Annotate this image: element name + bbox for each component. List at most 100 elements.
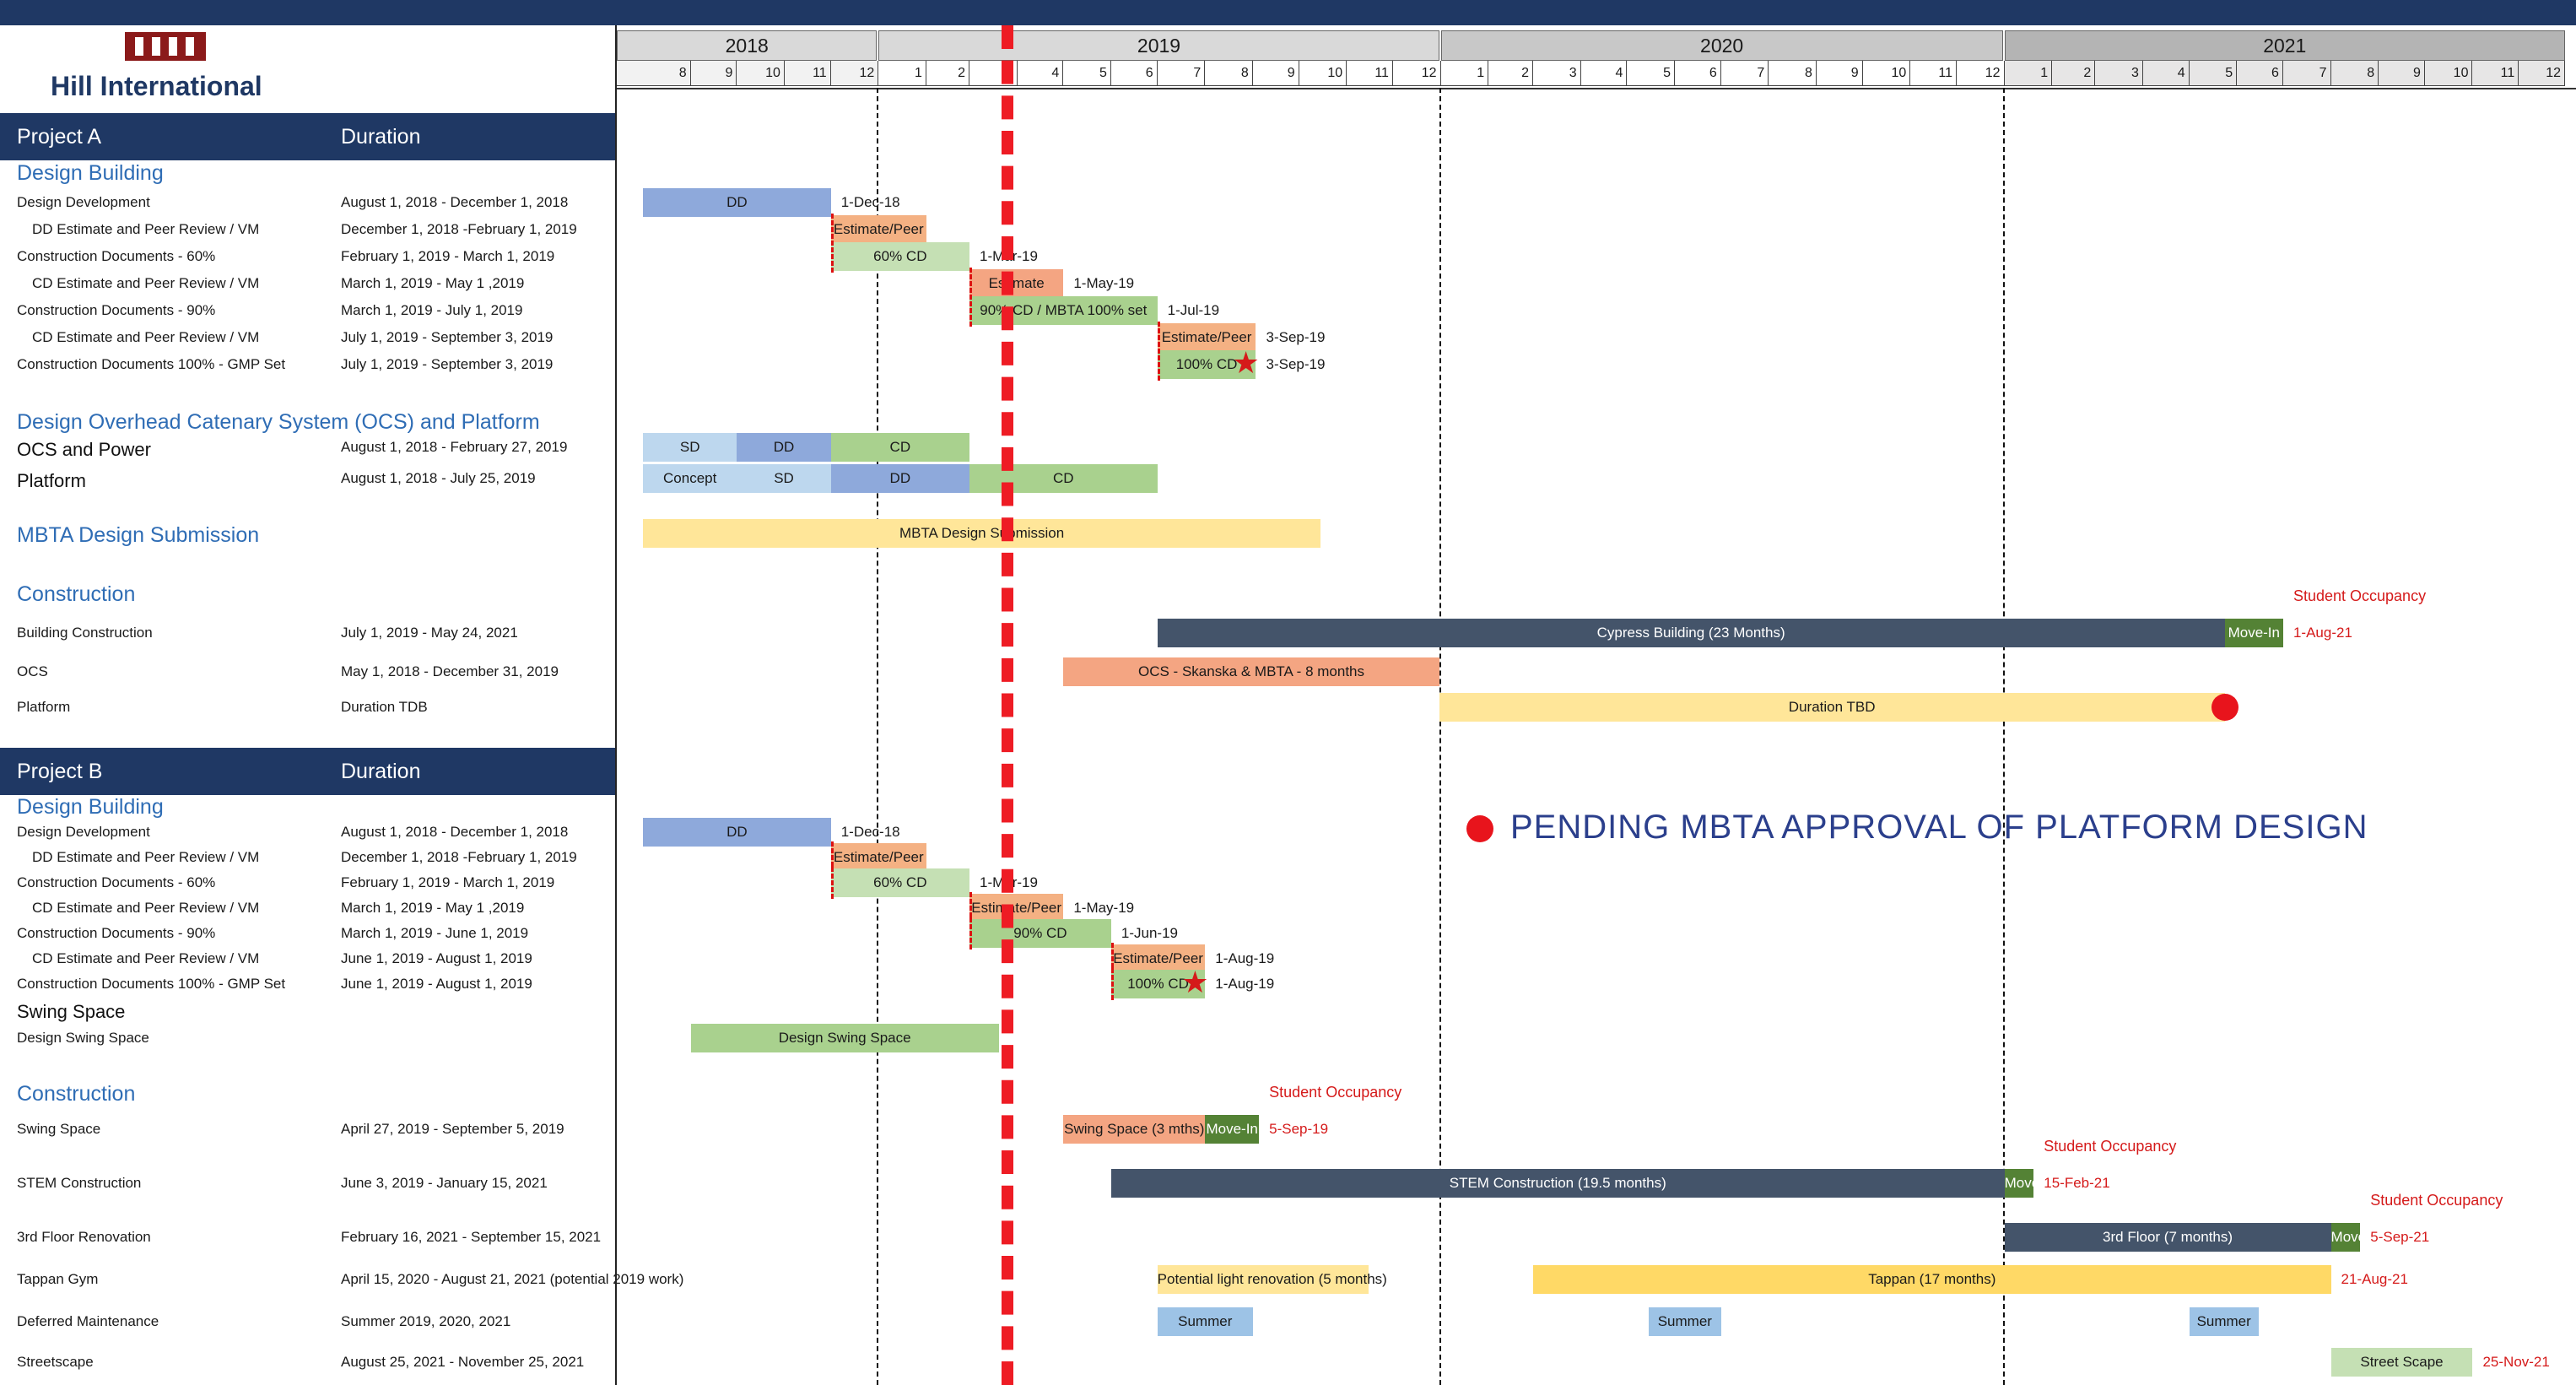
date-label: 3-Sep-19 <box>1266 329 1326 345</box>
month-header: 4 <box>1017 61 1064 86</box>
month-header: 11 <box>2472 61 2519 86</box>
gantt-chart: Hill International Project A Duration Desi… <box>0 0 2576 1385</box>
date-label: 15-Feb-21 <box>2044 1175 2110 1191</box>
task-duration: March 1, 2019 - June 1, 2019 <box>341 925 529 941</box>
month-header: 1 <box>1440 61 1489 86</box>
year-header: 2021 <box>2004 30 2565 61</box>
task-label: Design Development <box>17 194 150 210</box>
month-header: 9 <box>1252 61 1299 86</box>
gantt-bar: Move-In <box>1205 1115 1260 1144</box>
gantt-bar: 3rd Floor (7 months) <box>2004 1223 2331 1252</box>
task-label: CD Estimate and Peer Review / VM <box>32 329 260 345</box>
duration-header: Duration <box>341 760 421 783</box>
gantt-bar: Potential light renovation (5 months) <box>1157 1265 1387 1294</box>
task-duration: July 1, 2019 - September 3, 2019 <box>341 356 554 372</box>
task-label: Streetscape <box>17 1354 94 1370</box>
student-occupancy-label: Student Occupancy <box>2044 1138 2177 1155</box>
gantt-bar: Swing Space (3 mths) <box>1063 1115 1206 1144</box>
task-duration: February 1, 2019 - March 1, 2019 <box>341 248 555 264</box>
student-occupancy-label: Student Occupancy <box>2370 1192 2503 1209</box>
project-name: Project B <box>17 760 103 783</box>
gantt-bar: Summer <box>1648 1307 1721 1336</box>
student-occupancy-label: Student Occupancy <box>2292 587 2427 604</box>
milestone-star-icon: ★ <box>1181 965 1209 999</box>
month-header: 10 <box>2424 61 2473 86</box>
task-label: CD Estimate and Peer Review / VM <box>32 950 260 966</box>
axis-bottom-line <box>617 88 2576 89</box>
task-label: CD Estimate and Peer Review / VM <box>32 275 260 291</box>
task-duration: April 27, 2019 - September 5, 2019 <box>341 1121 564 1137</box>
month-header: 10 <box>1862 61 1911 86</box>
task-label: Design Development <box>17 824 150 840</box>
task-label: Construction Documents 100% - GMP Set <box>17 356 286 372</box>
task-duration: March 1, 2019 - May 1 ,2019 <box>341 275 525 291</box>
month-header: 9 <box>1816 61 1863 86</box>
milestone-tick <box>830 241 834 273</box>
gantt-bar: Estimate <box>969 269 1064 298</box>
task-label: STEM Construction <box>17 1175 142 1191</box>
gantt-bar: Duration TBD <box>1439 693 2225 722</box>
month-header: 12 <box>1957 61 2005 86</box>
month-header: 5 <box>2189 61 2238 86</box>
date-label: 1-May-19 <box>1073 900 1135 916</box>
gantt-bar: Estimate/Peer <box>830 215 926 244</box>
month-header: 3 <box>1533 61 1581 86</box>
panel-divider <box>615 25 617 1385</box>
section-title: Design Building <box>17 795 164 819</box>
gantt-bar: Move-In <box>2004 1169 2056 1198</box>
gantt-bar: Estimate/Peer <box>969 894 1064 922</box>
date-label: 1-Dec-18 <box>840 824 900 840</box>
month-header: 10 <box>737 61 785 86</box>
task-duration: December 1, 2018 -February 1, 2019 <box>341 221 577 237</box>
gantt-bar: DD <box>737 433 831 462</box>
month-header: 4 <box>1580 61 1628 86</box>
task-duration: June 3, 2019 - January 15, 2021 <box>341 1175 548 1191</box>
task-label: Construction Documents - 90% <box>17 925 216 941</box>
task-label: OCS <box>17 663 48 679</box>
today-marker-line <box>1002 25 1013 1385</box>
gantt-bar: CD <box>969 464 1158 493</box>
month-header: 5 <box>1063 61 1111 86</box>
month-header: 9 <box>690 61 737 86</box>
task-duration: May 1, 2018 - December 31, 2019 <box>341 663 559 679</box>
month-header: 2 <box>1488 61 1534 86</box>
gantt-bar: STEM Construction (19.5 months) <box>1110 1169 2005 1198</box>
milestone-tick <box>830 867 834 899</box>
year-divider-line <box>877 88 879 1385</box>
task-duration: July 1, 2019 - May 24, 2021 <box>341 625 518 641</box>
month-header: 7 <box>1720 61 1769 86</box>
month-header: 8 <box>617 61 691 86</box>
task-label: Deferred Maintenance <box>17 1313 159 1329</box>
task-duration: June 1, 2019 - August 1, 2019 <box>341 976 532 992</box>
gantt-bar: Cypress Building (23 Months) <box>1157 619 2225 647</box>
month-header: 6 <box>1674 61 1721 86</box>
date-label: 3-Sep-19 <box>1266 356 1326 372</box>
student-occupancy-label: Student Occupancy <box>1269 1084 1402 1101</box>
year-header: 2018 <box>617 30 878 61</box>
month-header: 12 <box>2519 61 2565 86</box>
duration-header: Duration <box>341 125 421 149</box>
gantt-bar: MBTA Design Submission <box>643 519 1321 548</box>
month-header: 10 <box>1299 61 1347 86</box>
gantt-bar: CD <box>830 433 969 462</box>
date-label: 5-Sep-21 <box>2370 1229 2430 1245</box>
task-duration: August 25, 2021 - November 25, 2021 <box>341 1354 585 1370</box>
year-header: 2019 <box>878 30 1439 61</box>
platform-pending-dot-icon <box>2211 694 2238 721</box>
section-title: MBTA Design Submission <box>17 523 260 547</box>
year-header: 2020 <box>1440 30 2003 61</box>
month-header: 5 <box>1627 61 1675 86</box>
date-label: 25-Nov-21 <box>2482 1354 2550 1370</box>
month-header: 7 <box>1157 61 1206 86</box>
project-name: Project A <box>17 125 102 149</box>
gantt-bar: 90% CD <box>969 919 1111 948</box>
section-title: Construction <box>17 1082 136 1106</box>
task-duration: Duration TDB <box>341 699 428 715</box>
task-duration: March 1, 2019 - May 1 ,2019 <box>341 900 525 916</box>
month-header: 8 <box>2330 61 2379 86</box>
milestone-tick <box>969 917 972 949</box>
task-duration: July 1, 2019 - September 3, 2019 <box>341 329 554 345</box>
task-duration: December 1, 2018 -February 1, 2019 <box>341 849 577 865</box>
date-label: 1-Aug-19 <box>1215 976 1275 992</box>
task-label: CD Estimate and Peer Review / VM <box>32 900 260 916</box>
